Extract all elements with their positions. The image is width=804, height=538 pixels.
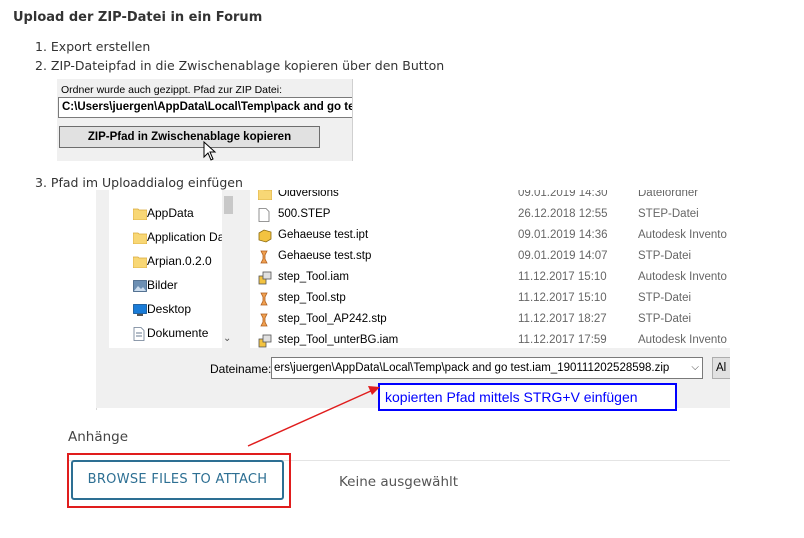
attachments-heading: Anhänge <box>68 429 129 445</box>
attachment-status: Keine ausgewählt <box>339 474 459 490</box>
browse-files-button[interactable]: BROWSE FILES TO ATTACH <box>71 460 284 500</box>
